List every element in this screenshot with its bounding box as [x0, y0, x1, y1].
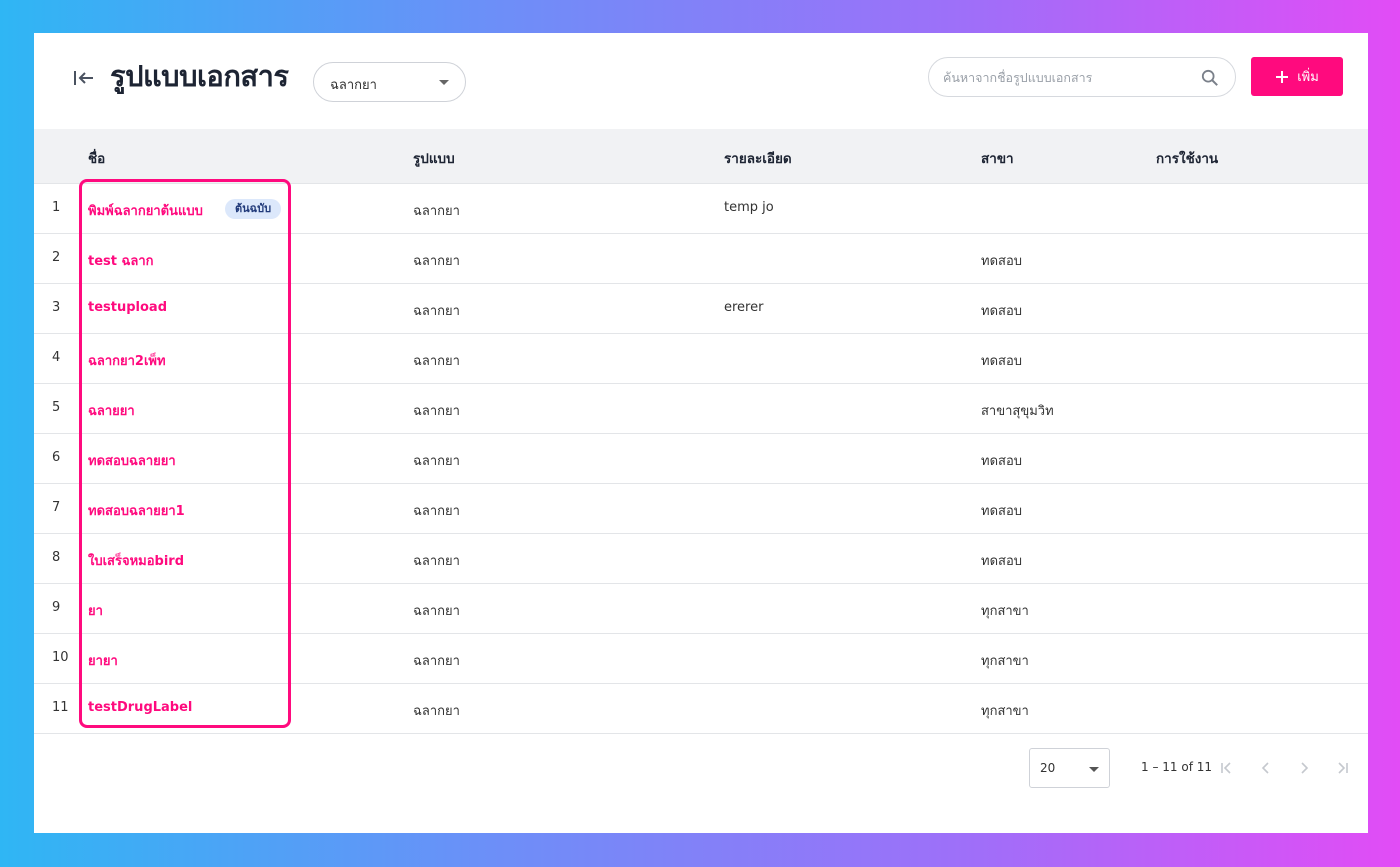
row-number: 9 — [52, 600, 61, 615]
column-header-name[interactable]: ชื่อ — [88, 147, 105, 169]
column-header-detail[interactable]: รายละเอียด — [724, 147, 792, 169]
row-name-link[interactable]: testDrugLabel — [88, 700, 192, 715]
row-branch: ทดสอบ — [981, 354, 1023, 369]
row-format: ฉลากยา — [413, 354, 460, 369]
table-row[interactable]: 3 testupload ฉลากยา ererer ทดสอบ — [34, 284, 1368, 334]
row-name-link[interactable]: test ฉลาก — [88, 250, 154, 271]
page-header: รูปแบบเอกสาร ฉลากยา เพิ่ม — [34, 33, 1368, 129]
row-number: 7 — [52, 500, 61, 515]
add-button[interactable]: เพิ่ม — [1251, 57, 1343, 96]
row-name-link[interactable]: ทดสอบฉลายยา1 — [88, 500, 185, 521]
row-branch: ทดสอบ — [981, 254, 1023, 269]
search-input[interactable] — [943, 66, 1183, 88]
table-row[interactable]: 1 พิมพ์ฉลากยาต้นแบบ ฉลากยา temp jo ต้นฉบับ — [34, 184, 1368, 234]
row-number: 6 — [52, 450, 61, 465]
search-icon[interactable] — [1201, 69, 1219, 87]
row-branch: ทดสอบ — [981, 504, 1023, 519]
original-badge: ต้นฉบับ — [225, 199, 282, 219]
row-name-link[interactable]: ฉลายยา — [88, 400, 135, 421]
table-row[interactable]: 9 ยา ฉลากยา ทุกสาขา — [34, 584, 1368, 634]
table-row[interactable]: 2 test ฉลาก ฉลากยา ทดสอบ — [34, 234, 1368, 284]
row-branch: ทดสอบ — [981, 554, 1023, 569]
row-format: ฉลากยา — [413, 704, 460, 719]
last-page-icon — [1338, 762, 1348, 774]
table-header: ชื่อ รูปแบบ รายละเอียด สาขา การใช้งาน — [34, 129, 1368, 184]
row-format: ฉลากยา — [413, 654, 460, 669]
row-branch: สาขาสุขุมวิท — [981, 404, 1054, 419]
document-type-select[interactable]: ฉลากยา — [313, 62, 466, 102]
row-name-link[interactable]: ทดสอบฉลายยา — [88, 450, 176, 471]
row-number: 5 — [52, 400, 61, 415]
table-row[interactable]: 6 ทดสอบฉลายยา ฉลากยา ทดสอบ — [34, 434, 1368, 484]
last-page-button[interactable] — [1332, 758, 1352, 778]
row-format: ฉลากยา — [413, 504, 460, 519]
search-box — [928, 57, 1236, 97]
row-number: 11 — [52, 700, 69, 715]
row-name-link[interactable]: พิมพ์ฉลากยาต้นแบบ — [88, 200, 203, 221]
row-branch: ทุกสาขา — [981, 704, 1029, 719]
column-header-usage[interactable]: การใช้งาน — [1156, 147, 1218, 169]
next-page-button[interactable] — [1294, 758, 1314, 778]
table-row[interactable]: 8 ใบเสร็จหมอbird ฉลากยา ทดสอบ — [34, 534, 1368, 584]
row-number: 3 — [52, 300, 61, 315]
pagination-range: 1 – 11 of 11 — [1141, 760, 1212, 774]
chevron-left-icon — [1261, 762, 1269, 774]
arrow-left-bar-icon — [74, 71, 93, 85]
first-page-icon — [1221, 762, 1231, 774]
row-branch: ทุกสาขา — [981, 654, 1029, 669]
main-panel: รูปแบบเอกสาร ฉลากยา เพิ่ม ชื่อ รูปแบบ รา… — [34, 33, 1368, 833]
row-name-link[interactable]: testupload — [88, 300, 167, 315]
add-button-label: เพิ่ม — [1297, 70, 1319, 85]
row-format: ฉลากยา — [413, 204, 460, 219]
row-number: 10 — [52, 650, 69, 665]
table-row[interactable]: 7 ทดสอบฉลายยา1 ฉลากยา ทดสอบ — [34, 484, 1368, 534]
prev-page-button[interactable] — [1256, 758, 1276, 778]
row-name-link[interactable]: ยา — [88, 600, 103, 621]
row-number: 8 — [52, 550, 61, 565]
row-name-link[interactable]: ฉลากยา2เพ็ท — [88, 350, 166, 371]
table-row[interactable]: 5 ฉลายยา ฉลากยา สาขาสุขุมวิท — [34, 384, 1368, 434]
plus-icon — [1276, 70, 1289, 83]
page-size-value: 20 — [1040, 761, 1056, 775]
table-row[interactable]: 10 ยายา ฉลากยา ทุกสาขา — [34, 634, 1368, 684]
row-branch: ทุกสาขา — [981, 604, 1029, 619]
page-size-select[interactable]: 20 — [1029, 748, 1110, 788]
row-format: ฉลากยา — [413, 304, 460, 319]
row-number: 1 — [52, 200, 61, 215]
row-number: 4 — [52, 350, 61, 365]
row-format: ฉลากยา — [413, 554, 460, 569]
table-row[interactable]: 4 ฉลากยา2เพ็ท ฉลากยา ทดสอบ — [34, 334, 1368, 384]
row-branch: ทดสอบ — [981, 304, 1023, 319]
row-name-link[interactable]: ยายา — [88, 650, 118, 671]
caret-down-icon — [439, 80, 449, 85]
first-page-button[interactable] — [1217, 758, 1237, 778]
chevron-right-icon — [1301, 762, 1309, 774]
collapse-back-button[interactable] — [70, 63, 98, 93]
column-header-format[interactable]: รูปแบบ — [413, 147, 455, 169]
row-format: ฉลากยา — [413, 404, 460, 419]
row-format: ฉลากยา — [413, 254, 460, 269]
row-detail: temp jo — [724, 200, 774, 215]
caret-down-icon — [1089, 767, 1099, 772]
row-number: 2 — [52, 250, 61, 265]
row-format: ฉลากยา — [413, 604, 460, 619]
row-format: ฉลากยา — [413, 454, 460, 469]
table-row[interactable]: 11 testDrugLabel ฉลากยา ทุกสาขา — [34, 684, 1368, 734]
column-header-branch[interactable]: สาขา — [981, 147, 1014, 169]
page-title: รูปแบบเอกสาร — [110, 59, 289, 93]
row-name-link[interactable]: ใบเสร็จหมอbird — [88, 550, 184, 571]
document-type-value: ฉลากยา — [330, 78, 377, 93]
row-detail: ererer — [724, 300, 764, 315]
row-branch: ทดสอบ — [981, 454, 1023, 469]
